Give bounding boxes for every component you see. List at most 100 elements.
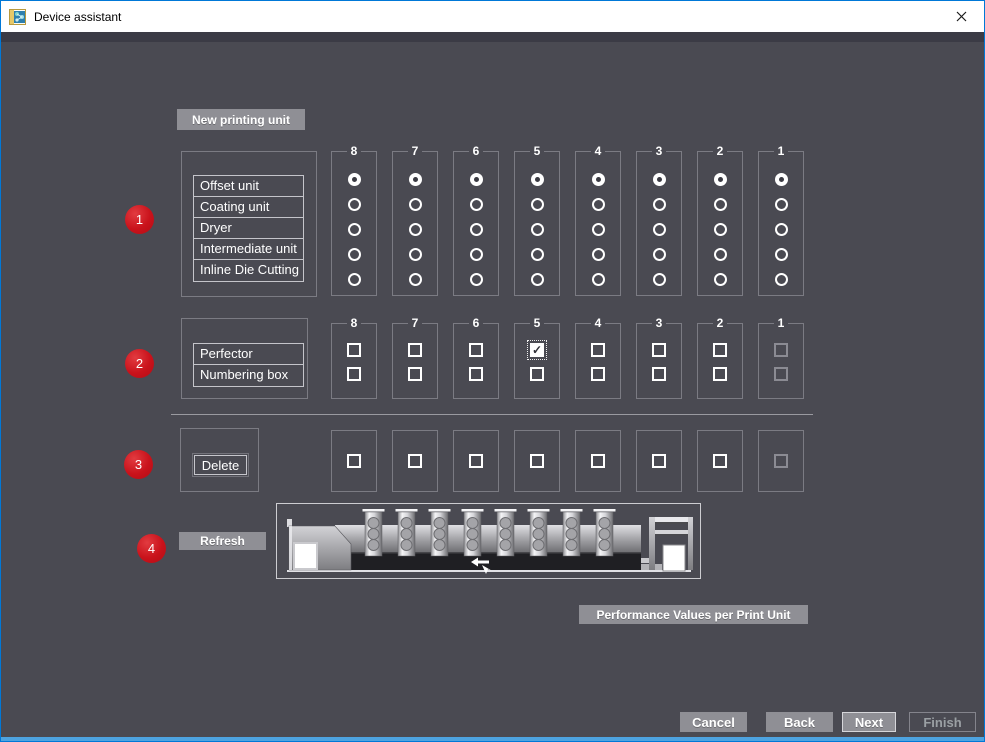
unit-type-dryer[interactable]: Dryer — [194, 218, 303, 239]
window-bottom-edge — [1, 737, 984, 741]
delete-checkbox-col5[interactable] — [530, 454, 544, 468]
unit-option-checkbox-col4-row2[interactable] — [591, 367, 605, 381]
unit-type-radio-col8-row3[interactable] — [348, 223, 361, 236]
unit-type-radio-col5-row4[interactable] — [531, 248, 544, 261]
unit-type-intermediate[interactable]: Intermediate unit — [194, 239, 303, 260]
unit-type-coating[interactable]: Coating unit — [194, 197, 303, 218]
new-printing-unit-button[interactable]: New printing unit — [177, 109, 305, 130]
unit-option-checkbox-col3-row2[interactable] — [652, 367, 666, 381]
unit-type-radio-col1-row3[interactable] — [775, 223, 788, 236]
unit-type-radio-col6-row1[interactable] — [470, 173, 483, 186]
unit-type-radio-col5-row1[interactable] — [531, 173, 544, 186]
unit-type-radio-col3-row5[interactable] — [653, 273, 666, 286]
unit-type-radio-col5-row2[interactable] — [531, 198, 544, 211]
column-label: 6 — [469, 144, 484, 158]
unit-option-checkbox-col8-row2[interactable] — [347, 367, 361, 381]
next-button[interactable]: Next — [842, 712, 896, 732]
unit-type-radio-col2-row1[interactable] — [714, 173, 727, 186]
option-perfector[interactable]: Perfector — [194, 344, 303, 365]
close-button[interactable] — [938, 1, 984, 32]
delete-checkbox-col8[interactable] — [347, 454, 361, 468]
unit-type-radio-col8-row1[interactable] — [348, 173, 361, 186]
refresh-button[interactable]: Refresh — [179, 532, 266, 550]
delete-column-5 — [514, 430, 560, 492]
unit-type-radio-col7-row4[interactable] — [409, 248, 422, 261]
unit-type-radio-col6-row2[interactable] — [470, 198, 483, 211]
delete-column-3 — [636, 430, 682, 492]
unit-type-radio-col7-row3[interactable] — [409, 223, 422, 236]
unit-column-3: 3 — [636, 316, 682, 399]
cancel-button[interactable]: Cancel — [680, 712, 747, 732]
unit-option-checkbox-col6-row1[interactable] — [469, 343, 483, 357]
unit-type-radio-col7-row1[interactable] — [409, 173, 422, 186]
window-title: Device assistant — [34, 10, 121, 24]
app-icon — [9, 9, 26, 25]
delete-column-1 — [758, 430, 804, 492]
delete-checkbox-col7[interactable] — [408, 454, 422, 468]
unit-option-checkbox-col5-row1[interactable] — [530, 343, 544, 357]
unit-type-radio-col8-row5[interactable] — [348, 273, 361, 286]
unit-option-checkbox-col7-row1[interactable] — [408, 343, 422, 357]
unit-type-radio-col1-row5[interactable] — [775, 273, 788, 286]
unit-type-radio-col4-row5[interactable] — [592, 273, 605, 286]
device-assistant-window: Device assistant New printing unit 1 2 3… — [0, 0, 985, 742]
unit-option-checkbox-col1-row2 — [774, 367, 788, 381]
unit-type-radio-col7-row2[interactable] — [409, 198, 422, 211]
unit-type-radio-col4-row1[interactable] — [592, 173, 605, 186]
unit-option-checkbox-col2-row1[interactable] — [713, 343, 727, 357]
unit-type-radio-col5-row3[interactable] — [531, 223, 544, 236]
unit-type-radio-col1-row1[interactable] — [775, 173, 788, 186]
unit-type-radio-col2-row5[interactable] — [714, 273, 727, 286]
unit-option-checkbox-col5-row2[interactable] — [530, 367, 544, 381]
unit-option-checkbox-col7-row2[interactable] — [408, 367, 422, 381]
unit-column-1: 1 — [758, 144, 804, 296]
column-label: 5 — [530, 316, 545, 330]
unit-type-radio-col6-row4[interactable] — [470, 248, 483, 261]
unit-type-radio-col8-row2[interactable] — [348, 198, 361, 211]
unit-type-radio-col3-row3[interactable] — [653, 223, 666, 236]
back-button[interactable]: Back — [766, 712, 833, 732]
unit-option-checkbox-col8-row1[interactable] — [347, 343, 361, 357]
column-label: 7 — [408, 316, 423, 330]
column-label: 5 — [530, 144, 545, 158]
delete-column-8 — [331, 430, 377, 492]
unit-type-radio-col1-row2[interactable] — [775, 198, 788, 211]
unit-type-radio-col4-row4[interactable] — [592, 248, 605, 261]
unit-type-radio-col5-row5[interactable] — [531, 273, 544, 286]
unit-type-radio-col2-row2[interactable] — [714, 198, 727, 211]
unit-column-2: 2 — [697, 144, 743, 296]
unit-column-2: 2 — [697, 316, 743, 399]
titlebar: Device assistant — [1, 1, 984, 32]
unit-type-radio-col3-row1[interactable] — [653, 173, 666, 186]
unit-type-radio-col4-row2[interactable] — [592, 198, 605, 211]
unit-type-inline-die-cutting[interactable]: Inline Die Cutting — [194, 260, 303, 281]
unit-type-radio-col2-row3[interactable] — [714, 223, 727, 236]
unit-type-radio-col2-row4[interactable] — [714, 248, 727, 261]
unit-type-radio-col6-row3[interactable] — [470, 223, 483, 236]
unit-type-radio-col8-row4[interactable] — [348, 248, 361, 261]
step-badge-3: 3 — [124, 450, 153, 479]
delete-checkbox-col4[interactable] — [591, 454, 605, 468]
unit-column-4: 4 — [575, 144, 621, 296]
delete-checkbox-col6[interactable] — [469, 454, 483, 468]
unit-option-checkbox-col2-row2[interactable] — [713, 367, 727, 381]
unit-type-radio-col3-row4[interactable] — [653, 248, 666, 261]
column-label: 7 — [408, 144, 423, 158]
unit-type-radio-col3-row2[interactable] — [653, 198, 666, 211]
unit-type-offset[interactable]: Offset unit — [194, 176, 303, 197]
delete-button[interactable]: Delete — [194, 455, 247, 475]
unit-type-radio-col7-row5[interactable] — [409, 273, 422, 286]
unit-column-6: 6 — [453, 144, 499, 296]
unit-type-radio-col1-row4[interactable] — [775, 248, 788, 261]
unit-column-8: 8 — [331, 316, 377, 399]
unit-type-radio-col6-row5[interactable] — [470, 273, 483, 286]
performance-values-button[interactable]: Performance Values per Print Unit — [579, 605, 808, 624]
delete-checkbox-col2[interactable] — [713, 454, 727, 468]
unit-option-checkbox-col6-row2[interactable] — [469, 367, 483, 381]
column-label: 2 — [713, 316, 728, 330]
unit-type-radio-col4-row3[interactable] — [592, 223, 605, 236]
option-numbering-box[interactable]: Numbering box — [194, 365, 303, 386]
unit-option-checkbox-col4-row1[interactable] — [591, 343, 605, 357]
unit-option-checkbox-col3-row1[interactable] — [652, 343, 666, 357]
delete-checkbox-col3[interactable] — [652, 454, 666, 468]
